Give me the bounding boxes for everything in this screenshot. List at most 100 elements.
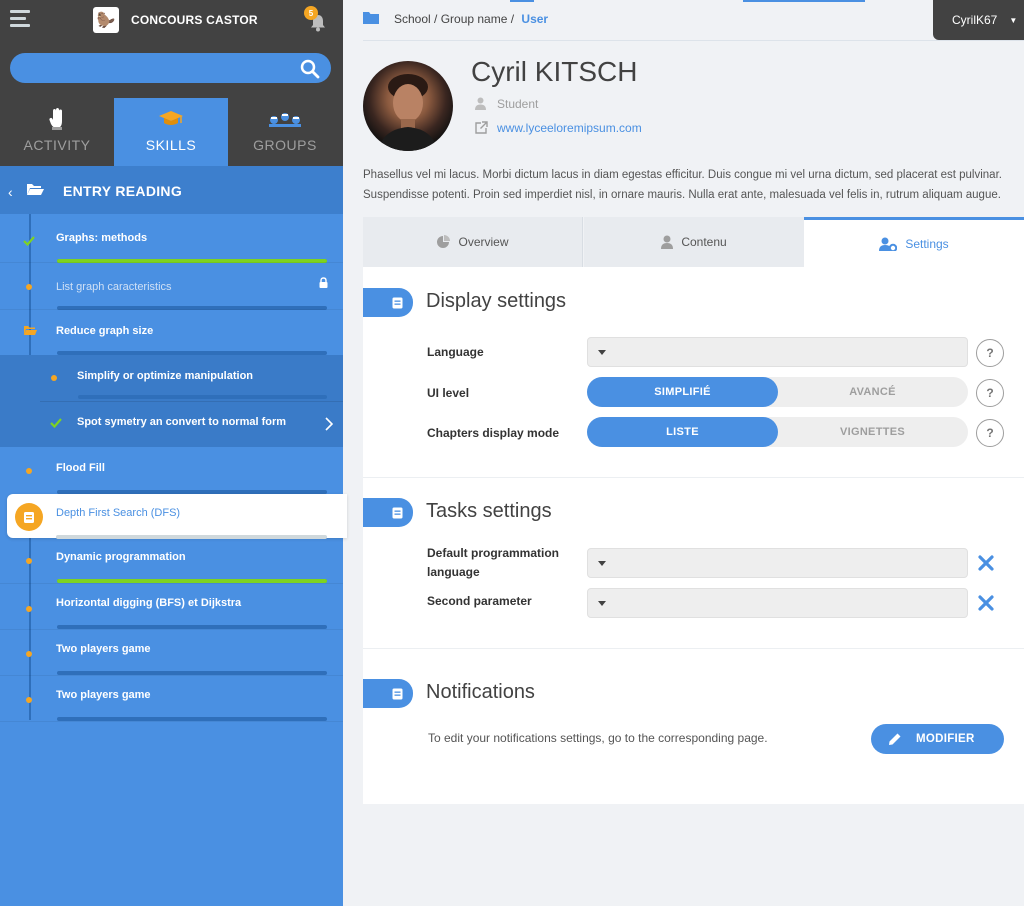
tab-activity[interactable]: ACTIVITY [0, 98, 114, 166]
top-accent [743, 0, 865, 2]
ui-level-label: UI level [427, 386, 470, 400]
sub-items-block: Simplify or optimize manipulation Spot s… [0, 355, 343, 447]
search-input[interactable] [10, 53, 331, 83]
breadcrumb: School / Group name / User [394, 12, 548, 26]
tree-item-label: Dynamic programmation [56, 551, 186, 563]
breadcrumb-path[interactable]: School / Group name / [394, 12, 514, 26]
profile-name: Cyril KITSCH [471, 56, 638, 87]
language-select[interactable] [587, 337, 968, 367]
default-language-select[interactable] [587, 548, 968, 578]
tree-item-label: Horizontal digging (BFS) et Dijkstra [56, 597, 242, 609]
tree-item-label: Reduce graph size [56, 325, 154, 337]
settings-panel: Display settings Language ? UI level SIM… [363, 267, 1024, 804]
clear-icon[interactable] [978, 555, 994, 571]
folder-open-icon [26, 182, 44, 201]
tree-item-label: Depth First Search (DFS) [56, 507, 181, 519]
chevron-left-icon[interactable]: ‹ [8, 184, 13, 200]
caret-down-icon [598, 601, 606, 606]
todo-dot-icon [26, 606, 32, 612]
modifier-button[interactable]: MODIFIER [871, 724, 1004, 754]
tree-item-label: List graph caracteristics [56, 281, 172, 293]
section-title-tasks: Tasks settings [426, 500, 552, 522]
main-content: School / Group name / User CyrilK67 ▼ Cy… [343, 0, 1024, 906]
ui-level-toggle: SIMPLIFIÉ AVANCÉ [587, 377, 968, 407]
tree-item-current[interactable]: Depth First Search (DFS) [7, 494, 347, 539]
chapter-title: ENTRY READING [63, 183, 183, 199]
tab-contenu[interactable]: Contenu [584, 217, 804, 267]
tab-overview-label: Overview [458, 235, 509, 249]
graduation-cap-icon [158, 107, 184, 131]
ui-level-avance[interactable]: AVANCÉ [777, 377, 968, 407]
tree-item[interactable]: Two players game [0, 676, 343, 721]
help-button[interactable]: ? [976, 419, 1004, 447]
tree-item[interactable]: Two players game [0, 630, 343, 675]
external-link-icon [475, 121, 488, 134]
ui-level-simplifie[interactable]: SIMPLIFIÉ [587, 377, 778, 407]
chapters-mode-toggle: LISTE VIGNETTES [587, 417, 968, 447]
section-title-display: Display settings [426, 290, 567, 312]
tree-item-label: Two players game [56, 689, 151, 701]
tree-item[interactable]: Dynamic programmation [0, 538, 343, 583]
tree-item[interactable]: Graphs: methods [0, 214, 343, 263]
tree-item-label: Graphs: methods [56, 232, 148, 244]
todo-dot-icon [26, 468, 32, 474]
chevron-right-icon[interactable] [325, 417, 333, 431]
sidebar-tabs: ACTIVITY SKILLS GROUPS [0, 98, 343, 166]
chapters-mode-vignettes[interactable]: VIGNETTES [777, 417, 968, 447]
user-menu[interactable]: CyrilK67 ▼ [933, 0, 1024, 40]
chapter-header: ‹ ENTRY READING [0, 166, 343, 214]
sidebar-topbar: 🦫 CONCOURS CASTOR 5 [0, 0, 343, 40]
section-divider [363, 648, 1024, 649]
profile-role: Student [475, 97, 538, 113]
caret-down-icon [598, 350, 606, 355]
tree-item[interactable]: Reduce graph size [0, 310, 343, 355]
clear-icon[interactable] [978, 595, 994, 611]
castor-logo-icon: 🦫 [93, 7, 119, 33]
default-language-label: Default programmation language [427, 546, 560, 579]
hand-icon [49, 107, 65, 131]
username: CyrilK67 [952, 13, 998, 27]
tab-skills[interactable]: SKILLS [114, 98, 228, 166]
menu-icon[interactable] [10, 10, 30, 28]
book-icon [363, 498, 413, 527]
profile-url: www.lyceeloremipsum.com [475, 121, 642, 137]
tab-contenu-label: Contenu [681, 235, 727, 249]
book-icon [363, 679, 413, 708]
top-accent [510, 0, 534, 2]
tree-item[interactable]: Flood Fill [0, 447, 343, 494]
tab-groups[interactable]: GROUPS [228, 98, 342, 166]
tab-settings-label: Settings [905, 236, 949, 251]
chapters-mode-label: Chapters display mode [427, 426, 560, 440]
todo-dot-icon [26, 697, 32, 703]
pencil-icon [889, 733, 901, 745]
user-icon [661, 235, 674, 249]
help-button[interactable]: ? [976, 339, 1004, 367]
sidebar-search-zone [0, 40, 343, 98]
todo-dot-icon [26, 284, 32, 290]
second-parameter-select[interactable] [587, 588, 968, 618]
breadcrumb-current: User [521, 12, 549, 26]
tree-item[interactable]: Simplify or optimize manipulation [0, 355, 343, 401]
search-icon[interactable] [300, 59, 320, 79]
tab-overview[interactable]: Overview [363, 217, 583, 267]
tab-label-skills: SKILLS [145, 137, 197, 153]
notification-count-badge: 5 [304, 6, 318, 20]
tree-item[interactable]: List graph caracteristics [0, 263, 343, 310]
notifications-text: To edit your notifications settings, go … [428, 731, 768, 745]
user-icon [475, 97, 486, 110]
language-label: Language [427, 345, 484, 359]
tree-item[interactable]: Horizontal digging (BFS) et Dijkstra [0, 584, 343, 629]
tab-settings[interactable]: Settings [804, 217, 1024, 267]
profile-url-link[interactable]: www.lyceeloremipsum.com [497, 121, 642, 135]
group-icon [267, 107, 303, 131]
chapters-mode-liste[interactable]: LISTE [587, 417, 778, 447]
notifications-bell-icon[interactable]: 5 [304, 6, 326, 32]
help-button[interactable]: ? [976, 379, 1004, 407]
avatar [363, 61, 453, 151]
tab-label-groups: GROUPS [253, 137, 317, 153]
caret-down-icon: ▼ [1009, 15, 1018, 25]
tree-item-label: Flood Fill [56, 462, 105, 474]
checkmark-icon [50, 418, 62, 428]
tree-item-label: Spot symetry an convert to normal form [77, 416, 287, 428]
tree-item[interactable]: Spot symetry an convert to normal form [0, 401, 343, 447]
